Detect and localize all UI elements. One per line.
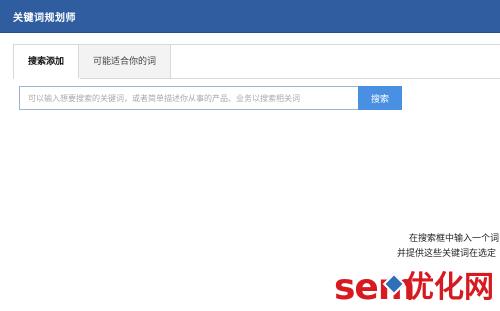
watermark-logo: sem 优化网 (334, 268, 500, 308)
active-tab-gap (14, 78, 80, 79)
app-title: 关键词规划师 (13, 13, 76, 24)
search-button[interactable]: 搜索 (358, 86, 402, 110)
hint-line-2: 并提供这些关键词在选定 (397, 249, 497, 259)
watermark-brand: sem (334, 267, 415, 308)
tab-divider (13, 78, 500, 79)
tab-search-add[interactable]: 搜索添加 (13, 44, 80, 79)
tab-suggested-keywords[interactable]: 可能适合你的词 (79, 44, 172, 79)
top-bar: 关键词规划师 (0, 0, 500, 33)
tab-bar: 搜索添加 可能适合你的词 (13, 44, 172, 79)
hint-line-1: 在搜索框中输入一个词 (409, 234, 500, 244)
keyword-search-input[interactable] (19, 86, 358, 110)
watermark-tagline: 优化网 (404, 270, 494, 305)
